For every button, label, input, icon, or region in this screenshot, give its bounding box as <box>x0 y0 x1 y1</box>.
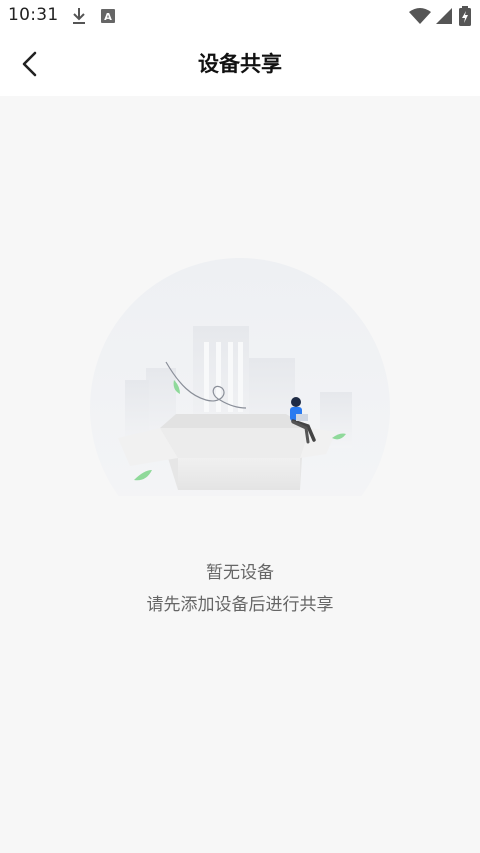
screen: 10:31 A 设备共享 暂无设备 请先添加设备后进行共享 <box>0 0 480 853</box>
status-bar: 10:31 A <box>0 0 480 32</box>
battery-icon <box>459 6 471 26</box>
empty-state-description: 请先添加设备后进行共享 <box>146 595 334 615</box>
app-header: 设备共享 <box>0 32 480 96</box>
status-time: 10:31 <box>8 5 59 25</box>
font-a-icon: A <box>101 9 115 23</box>
svg-text:A: A <box>104 12 112 23</box>
page-title: 设备共享 <box>198 52 282 76</box>
empty-box-illustration <box>90 258 390 496</box>
download-icon <box>73 8 85 24</box>
empty-state-title: 暂无设备 <box>206 563 274 583</box>
content-area: 暂无设备 请先添加设备后进行共享 <box>0 96 480 853</box>
wifi-icon <box>409 8 431 24</box>
signal-icon <box>436 8 452 24</box>
